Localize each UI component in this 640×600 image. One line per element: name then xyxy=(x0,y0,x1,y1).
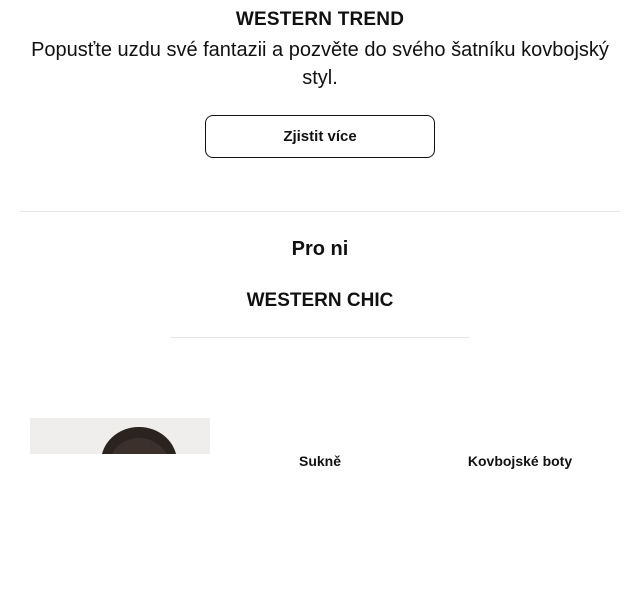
subtitle-divider xyxy=(170,337,470,338)
product-image-model[interactable] xyxy=(30,418,210,454)
product-link-cowboy-boots[interactable]: Kovbojské boty xyxy=(440,453,600,469)
section-subtitle: WESTERN CHIC xyxy=(246,290,394,311)
learn-more-button[interactable]: Zjistit více xyxy=(205,115,435,158)
section-title: Pro ni xyxy=(291,238,349,260)
product-link-skirt[interactable]: Sukně xyxy=(270,453,370,469)
hero-description: Popusťte uzdu své fantazii a pozvěte do … xyxy=(31,39,609,89)
hero-title: WESTERN TREND xyxy=(235,9,405,30)
section-divider xyxy=(20,211,620,212)
